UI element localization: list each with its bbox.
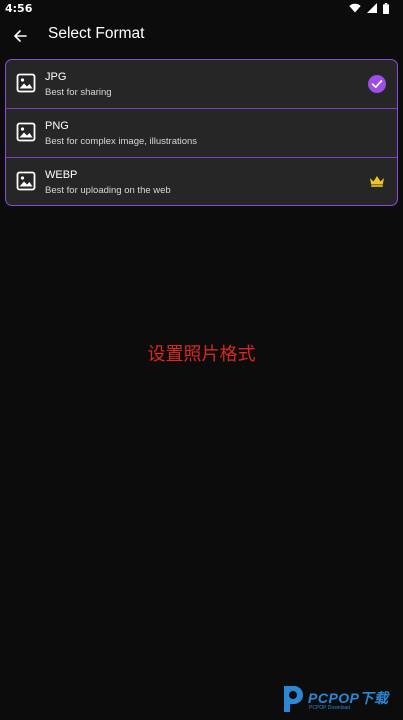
status-bar: 4:56: [0, 0, 403, 17]
app-bar: Select Format: [0, 19, 403, 53]
format-title: PNG: [45, 120, 69, 132]
watermark-subtext: PCPOP Download: [309, 705, 351, 711]
format-option-webp[interactable]: WEBP Best for uploading on the web: [6, 158, 397, 205]
watermark: PCPOP下载 PCPOP Download: [280, 684, 400, 714]
format-description: Best for complex image, illustrations: [45, 136, 198, 147]
check-circle-icon: [368, 75, 386, 93]
format-description: Best for sharing: [45, 87, 112, 98]
image-icon: [16, 171, 36, 191]
wifi-icon: [349, 3, 361, 13]
image-icon: [16, 122, 36, 142]
format-option-png[interactable]: PNG Best for complex image, illustration…: [6, 109, 397, 157]
format-list: JPG Best for sharing PNG Best for comple…: [5, 59, 398, 206]
signal-icon: [367, 3, 377, 13]
format-title: JPG: [45, 71, 67, 83]
page-title: Select Format: [48, 25, 145, 42]
format-option-jpg[interactable]: JPG Best for sharing: [6, 60, 397, 108]
caption-text: 设置照片格式: [147, 344, 256, 365]
crown-icon: [370, 176, 384, 187]
image-icon: [16, 73, 36, 93]
battery-icon: [383, 2, 389, 14]
status-icons: [349, 2, 389, 14]
format-title: WEBP: [45, 169, 78, 181]
watermark-logo-icon: [284, 686, 303, 712]
back-button[interactable]: [8, 24, 32, 48]
format-description: Best for uploading on the web: [45, 185, 171, 196]
arrow-left-icon: [14, 30, 27, 42]
status-time: 4:56: [5, 2, 33, 15]
